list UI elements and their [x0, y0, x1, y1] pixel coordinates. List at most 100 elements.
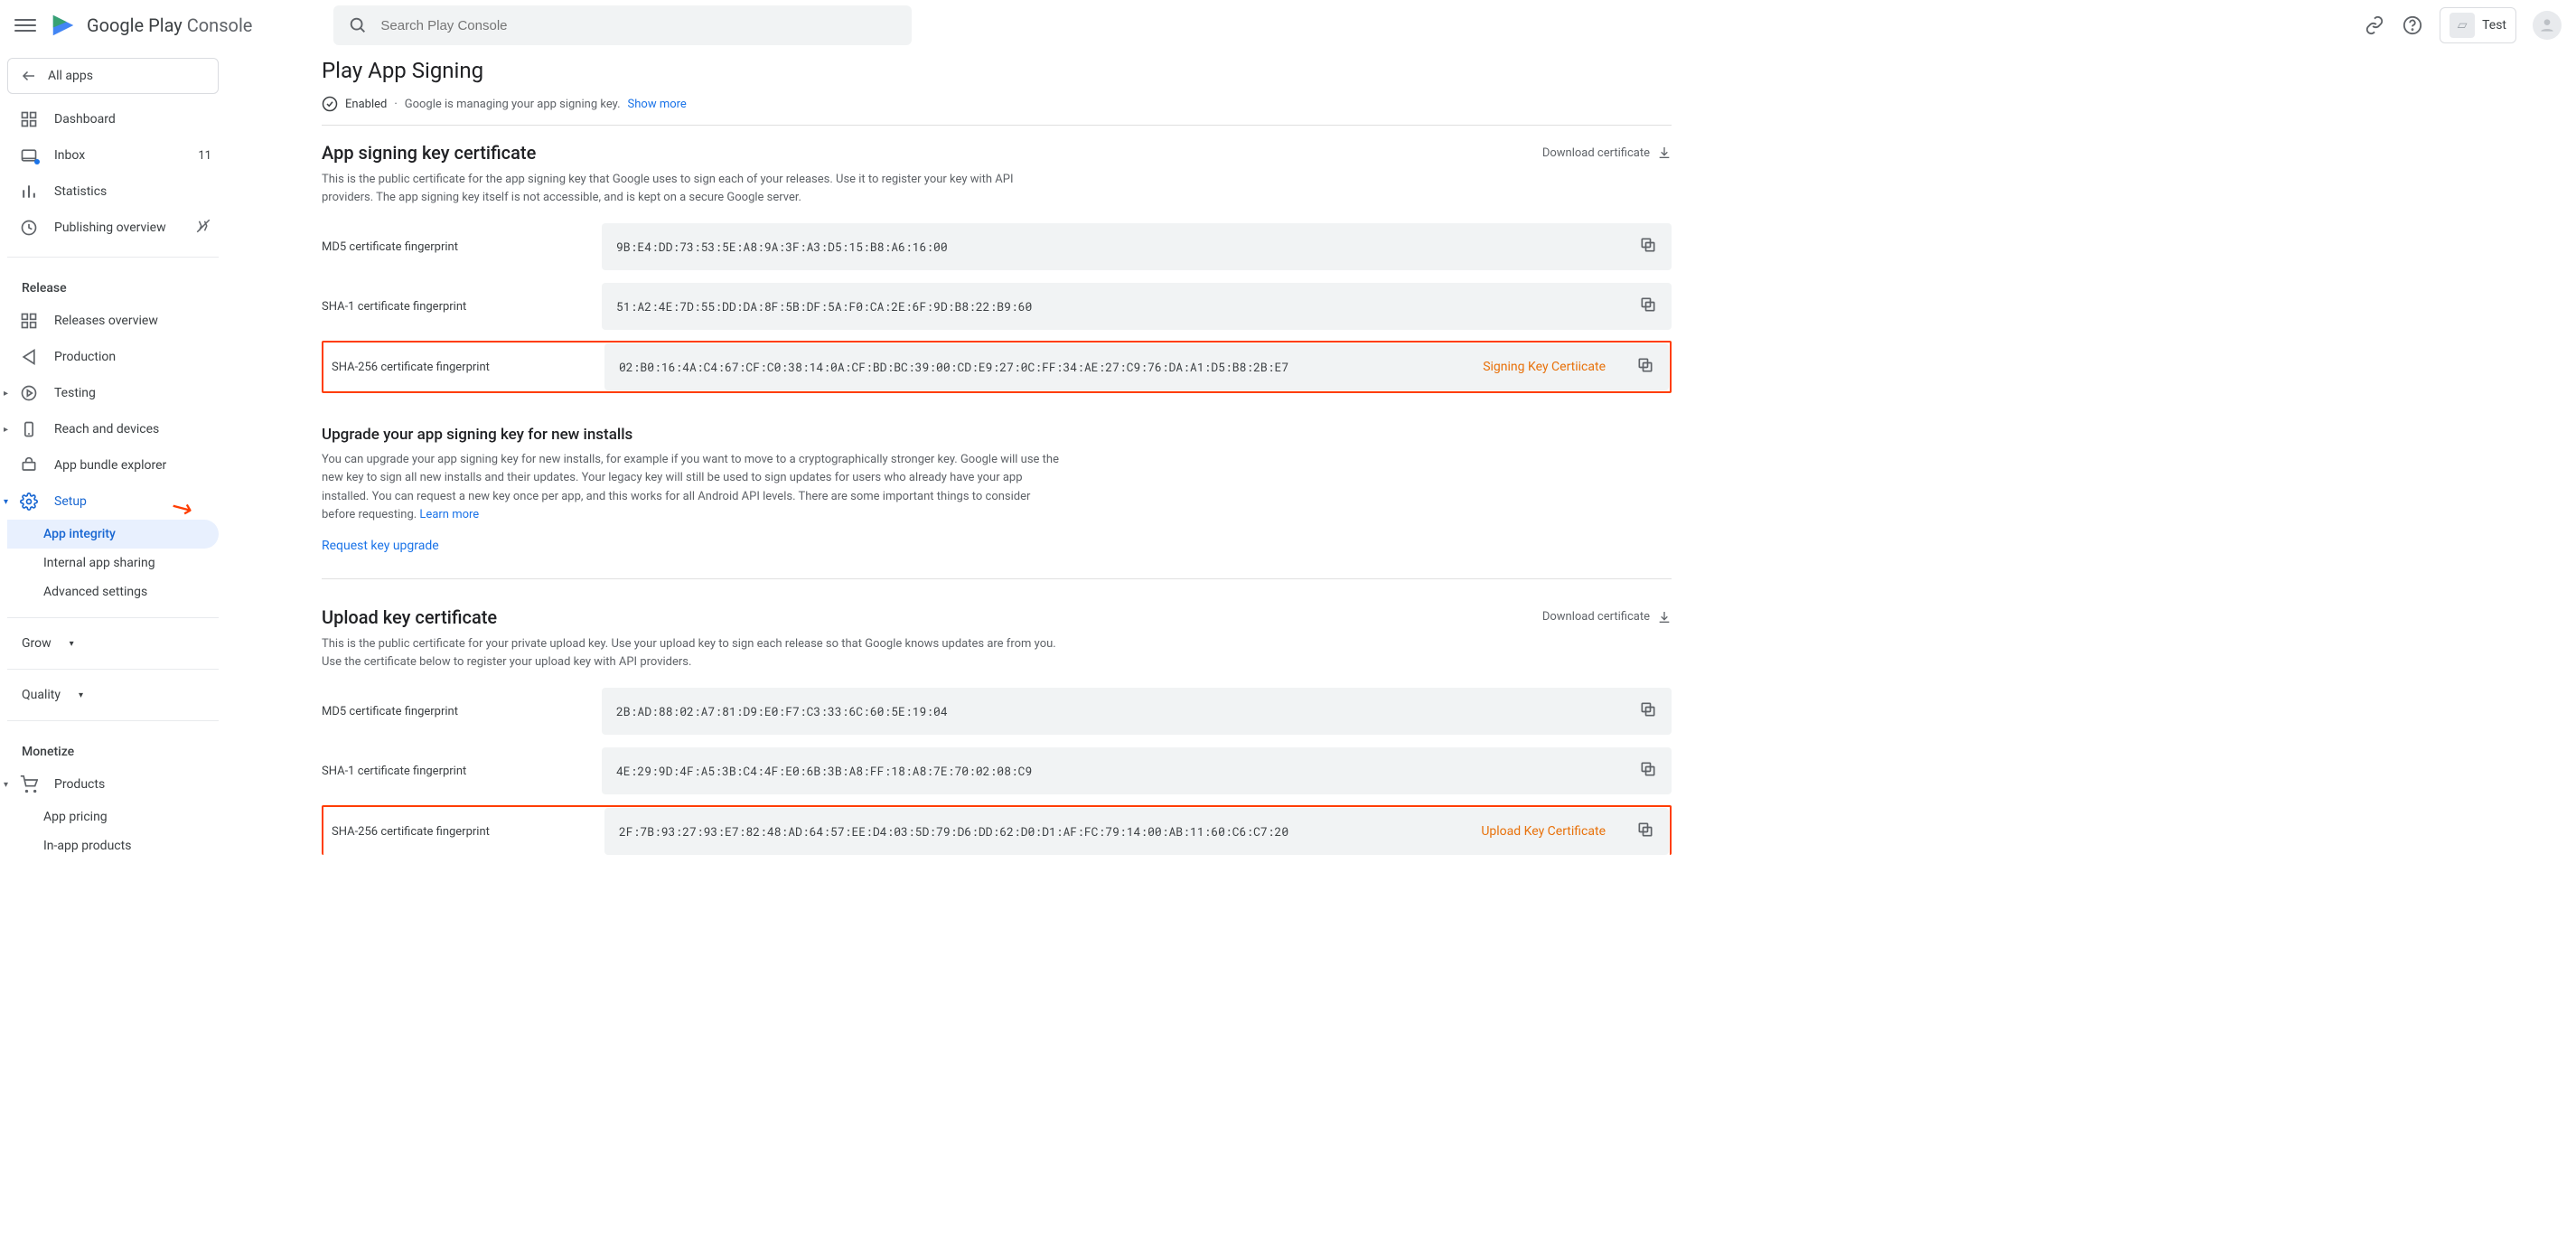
sidebar-item-inbox[interactable]: Inbox 11: [7, 137, 219, 174]
download-icon: [1657, 145, 1672, 160]
download-upload-cert-button[interactable]: Download certificate: [1542, 606, 1672, 624]
logo-text: Google Play Console: [87, 14, 252, 36]
fp-value: 4E:29:9D:4F:A5:3B:C4:4F:E0:6B:3B:A8:FF:1…: [602, 747, 1672, 794]
section-monetize: Monetize: [7, 732, 219, 766]
link-icon[interactable]: [2364, 14, 2385, 36]
sidebar-item-statistics[interactable]: Statistics: [7, 174, 219, 210]
upload-md5-row: MD5 certificate fingerprint 2B:AD:88:02:…: [322, 688, 1672, 735]
sidebar-item-setup[interactable]: ▾ Setup ↘: [7, 483, 219, 520]
section-signing-key: App signing key certificate This is the …: [322, 142, 1672, 393]
section-upgrade: Upgrade your app signing key for new ins…: [322, 426, 1672, 553]
fp-label: SHA-1 certificate fingerprint: [322, 300, 602, 314]
signing-md5-row: MD5 certificate fingerprint 9B:E4:DD:73:…: [322, 223, 1672, 270]
search-input[interactable]: [380, 18, 897, 33]
publishing-icon: [18, 217, 40, 239]
learn-more-link[interactable]: Learn more: [419, 508, 479, 521]
copy-icon[interactable]: [1639, 236, 1657, 258]
sidebar-item-products[interactable]: ▾ Products: [7, 766, 219, 803]
upload-desc: This is the public certificate for your …: [322, 635, 1063, 671]
fp-label: SHA-256 certificate fingerprint: [324, 361, 604, 374]
bundle-icon: [18, 455, 40, 476]
fp-value: 02:B0:16:4A:C4:67:CF:C0:38:14:0A:CF:BD:B…: [604, 343, 1669, 390]
testing-icon: [18, 382, 40, 404]
search-bar[interactable]: [333, 5, 912, 45]
all-apps-button[interactable]: All apps: [7, 58, 219, 94]
chevron-down-icon: ▾: [4, 780, 8, 790]
statistics-icon: [18, 181, 40, 202]
menu-icon[interactable]: [14, 14, 36, 36]
chevron-down-icon: ▾: [79, 690, 83, 700]
fp-value: 2B:AD:88:02:A7:81:D9:E0:F7:C3:33:6C:60:5…: [602, 688, 1672, 735]
sidebar-item-internal-sharing[interactable]: Internal app sharing: [7, 549, 219, 577]
copy-icon[interactable]: [1636, 821, 1654, 842]
releases-icon: [18, 310, 40, 332]
main-content: Play App Signing Enabled · Google is man…: [226, 51, 1762, 891]
app-selector[interactable]: ▱ Test: [2440, 7, 2516, 43]
inbox-count: 11: [198, 149, 211, 163]
copy-icon[interactable]: [1636, 356, 1654, 378]
dashboard-icon: [18, 108, 40, 130]
fp-label: SHA-1 certificate fingerprint: [322, 765, 602, 778]
signing-sha256-row: SHA-256 certificate fingerprint 02:B0:16…: [324, 343, 1669, 390]
section-quality[interactable]: Quality ▾: [7, 681, 219, 709]
upload-sha256-highlight: SHA-256 certificate fingerprint 2F:7B:93…: [322, 805, 1672, 855]
sidebar-item-in-app-products[interactable]: In-app products: [7, 831, 219, 860]
fp-value: 51:A2:4E:7D:55:DD:DA:8F:5B:DF:5A:F0:CA:2…: [602, 283, 1672, 330]
search-icon: [348, 15, 368, 35]
show-more-link[interactable]: Show more: [628, 98, 687, 111]
request-key-upgrade-link[interactable]: Request key upgrade: [322, 539, 439, 553]
sidebar-item-publishing-overview[interactable]: Publishing overview: [7, 210, 219, 246]
sidebar-item-reach-devices[interactable]: ▸ Reach and devices: [7, 411, 219, 447]
play-console-icon: [47, 9, 80, 42]
upload-title: Upload key certificate: [322, 606, 1063, 628]
sidebar-item-releases-overview[interactable]: Releases overview: [7, 303, 219, 339]
signing-desc: This is the public certificate for the a…: [322, 171, 1063, 207]
sidebar-item-app-pricing[interactable]: App pricing: [7, 803, 219, 831]
sidebar: All apps Dashboard Inbox 11 Statistics P…: [0, 51, 226, 891]
upload-sha256-row: SHA-256 certificate fingerprint 2F:7B:93…: [324, 808, 1669, 855]
upgrade-title: Upgrade your app signing key for new ins…: [322, 426, 1672, 444]
annotation-upload: Upload Key Certificate: [1481, 824, 1606, 839]
sidebar-item-bundle-explorer[interactable]: App bundle explorer: [7, 447, 219, 483]
top-bar: Google Play Console ▱ Test: [0, 0, 2576, 51]
upgrade-desc: You can upgrade your app signing key for…: [322, 451, 1063, 524]
check-circle-icon: [322, 96, 338, 112]
section-release: Release: [7, 268, 219, 303]
section-upload-key: Upload key certificate This is the publi…: [322, 606, 1672, 855]
copy-icon[interactable]: [1639, 760, 1657, 782]
sidebar-item-app-integrity[interactable]: App integrity: [7, 520, 219, 549]
copy-icon[interactable]: [1639, 700, 1657, 722]
chevron-down-icon: ▾: [4, 497, 8, 507]
notification-dot-icon: [34, 159, 40, 164]
copy-icon[interactable]: [1639, 296, 1657, 317]
devices-icon: [18, 418, 40, 440]
logo[interactable]: Google Play Console: [47, 9, 252, 42]
annotation-signing: Signing Key Certiicate: [1483, 360, 1606, 374]
fp-value: 9B:E4:DD:73:53:5E:A8:9A:3F:A3:D5:15:B8:A…: [602, 223, 1672, 270]
status-row: Enabled · Google is managing your app si…: [322, 96, 1672, 126]
help-icon[interactable]: [2402, 14, 2423, 36]
gear-icon: [18, 491, 40, 512]
fp-label: SHA-256 certificate fingerprint: [324, 825, 604, 839]
avatar[interactable]: [2533, 11, 2562, 40]
sidebar-item-testing[interactable]: ▸ Testing: [7, 375, 219, 411]
chevron-right-icon: ▸: [4, 389, 8, 399]
app-icon: ▱: [2450, 13, 2475, 38]
managed-publishing-off-icon: [195, 218, 211, 238]
sidebar-item-advanced-settings[interactable]: Advanced settings: [7, 577, 219, 606]
chevron-right-icon: ▸: [4, 425, 8, 435]
fp-label: MD5 certificate fingerprint: [322, 240, 602, 254]
download-signing-cert-button[interactable]: Download certificate: [1542, 142, 1672, 160]
signing-sha256-highlight: SHA-256 certificate fingerprint 02:B0:16…: [322, 341, 1672, 393]
fp-label: MD5 certificate fingerprint: [322, 705, 602, 718]
page-title: Play App Signing: [322, 58, 1672, 83]
sidebar-item-production[interactable]: Production: [7, 339, 219, 375]
arrow-left-icon: [21, 68, 37, 84]
section-grow[interactable]: Grow ▾: [7, 629, 219, 658]
products-icon: [18, 774, 40, 795]
upload-sha1-row: SHA-1 certificate fingerprint 4E:29:9D:4…: [322, 747, 1672, 794]
chevron-down-icon: ▾: [70, 639, 74, 649]
signing-title: App signing key certificate: [322, 142, 1063, 164]
sidebar-item-dashboard[interactable]: Dashboard: [7, 101, 219, 137]
production-icon: [18, 346, 40, 368]
